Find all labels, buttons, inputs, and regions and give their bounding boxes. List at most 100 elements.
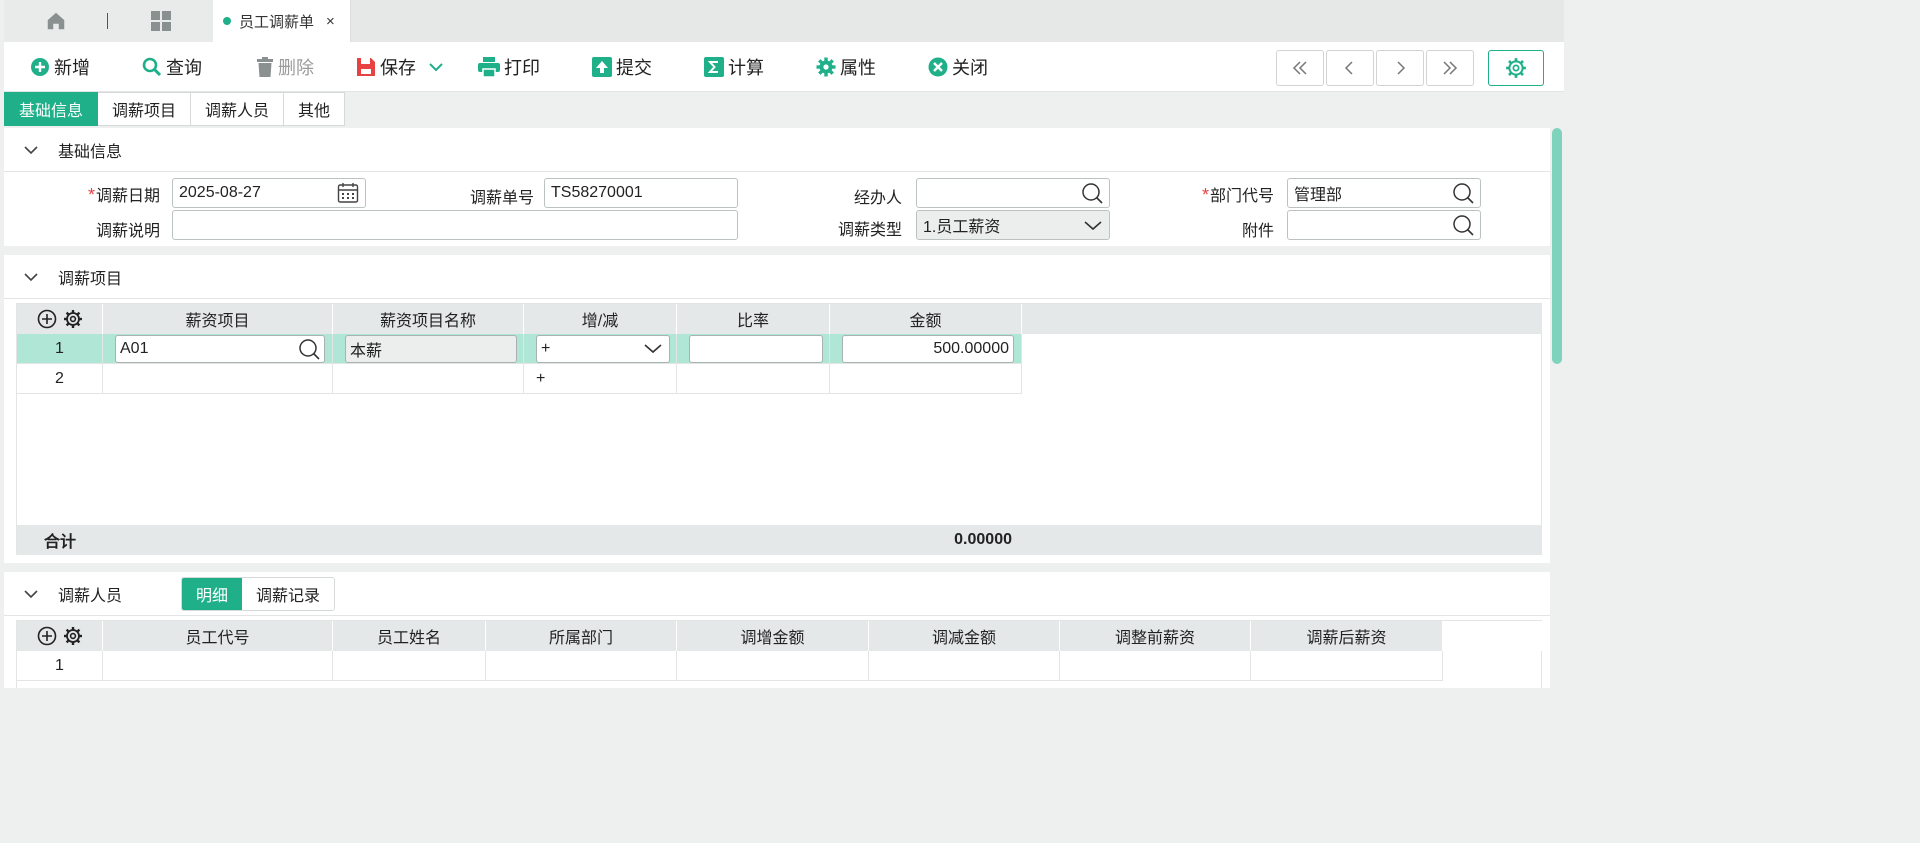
first-record-button[interactable] (1276, 50, 1324, 86)
tab-salary-staff[interactable]: 调薪人员 (191, 92, 285, 126)
row-number[interactable]: 1 (17, 334, 103, 364)
number-label: 调薪单号 (469, 190, 534, 207)
page-settings-button[interactable] (1488, 50, 1544, 86)
table-cell[interactable] (103, 651, 333, 681)
table-cell[interactable]: + (524, 364, 677, 394)
note-field[interactable] (172, 210, 738, 240)
salary-items-panel: 调薪项目 薪资项目 薪资项目名称 增/减 比率 金额 1 A01 本薪 + 50… (4, 255, 1550, 563)
tab-other[interactable]: 其他 (284, 92, 346, 126)
col-header-increase[interactable]: 调增金额 (677, 621, 869, 651)
required-mark: * (1201, 185, 1209, 205)
save-button-label: 保存 (380, 58, 416, 78)
table-cell[interactable] (333, 364, 524, 394)
col-header-after[interactable]: 调薪后薪资 (1251, 621, 1443, 651)
row-number[interactable]: 2 (17, 364, 103, 394)
table-cell[interactable] (677, 364, 830, 394)
last-record-button[interactable] (1426, 50, 1474, 86)
query-button-label: 查询 (166, 58, 202, 78)
add-row-icon[interactable] (37, 309, 57, 329)
save-button[interactable]: 保存 (356, 54, 416, 80)
col-header-item-code[interactable]: 薪资项目 (103, 304, 333, 334)
tab-basic-info[interactable]: 基础信息 (4, 92, 99, 126)
submit-button[interactable]: 提交 (592, 54, 652, 80)
row-number[interactable]: 1 (17, 651, 103, 681)
table-cell[interactable] (333, 651, 486, 681)
close-button[interactable]: 关闭 (928, 54, 988, 80)
salary-staff-title: 调薪人员 (58, 587, 123, 605)
properties-button[interactable]: 属性 (816, 54, 876, 80)
salary-staff-panel: 调薪人员 明细 调薪记录 员工代号 员工姓名 所属部门 调增金额 调减金额 调整… (4, 572, 1550, 688)
chevron-down-icon (24, 589, 38, 598)
handler-field[interactable] (916, 178, 1110, 208)
table-cell[interactable] (103, 364, 333, 394)
col-header-decrease[interactable]: 调减金额 (869, 621, 1060, 651)
table-cell[interactable] (869, 651, 1060, 681)
new-button-label: 新增 (54, 58, 90, 78)
col-header-rate[interactable]: 比率 (677, 304, 830, 334)
col-header-op[interactable]: 增/减 (524, 304, 677, 334)
search-icon[interactable] (298, 338, 320, 360)
amount-input[interactable]: 500.00000 (842, 335, 1014, 363)
subtab-history[interactable]: 调薪记录 (242, 578, 335, 610)
gear-icon[interactable] (63, 309, 83, 329)
salary-items-grid: 薪资项目 薪资项目名称 增/减 比率 金额 1 A01 本薪 + 500.000… (16, 303, 1542, 555)
table-cell: 本薪 (333, 334, 524, 364)
next-record-button[interactable] (1376, 50, 1424, 86)
close-button-label: 关闭 (952, 58, 988, 78)
dept-field[interactable]: 管理部 (1287, 178, 1481, 208)
next-page-icon (1397, 61, 1406, 75)
chevron-down-icon (24, 272, 38, 281)
item-name-input[interactable]: 本薪 (345, 335, 517, 363)
new-button[interactable]: 新增 (30, 54, 90, 80)
dept-value: 管理部 (1294, 187, 1343, 204)
op-select[interactable]: + (536, 335, 670, 363)
col-header-amount[interactable]: 金额 (830, 304, 1022, 334)
col-header-dept[interactable]: 所属部门 (486, 621, 677, 651)
gear-icon (1506, 58, 1526, 78)
delete-button[interactable]: 删除 (256, 54, 314, 80)
home-tab[interactable] (4, 0, 108, 42)
search-icon[interactable] (1452, 214, 1474, 236)
total-label: 合计 (43, 534, 76, 551)
calendar-icon[interactable] (337, 182, 359, 204)
item-code-input[interactable]: A01 (115, 335, 325, 363)
table-cell[interactable] (486, 651, 677, 681)
add-row-icon[interactable] (37, 626, 57, 646)
col-header-before[interactable]: 调整前薪资 (1060, 621, 1251, 651)
table-cell[interactable] (830, 364, 1022, 394)
table-cell[interactable] (677, 651, 869, 681)
number-field[interactable]: TS58270001 (544, 178, 738, 208)
document-tab[interactable]: 员工调薪单 × (213, 0, 351, 42)
upload-icon (592, 57, 612, 77)
note-label: 调薪说明 (95, 223, 160, 240)
print-button[interactable]: 打印 (478, 54, 540, 80)
calculate-button[interactable]: 计算 (704, 54, 764, 80)
subtab-detail[interactable]: 明细 (182, 578, 243, 610)
submit-button-label: 提交 (616, 58, 652, 78)
search-icon[interactable] (1452, 182, 1474, 204)
gear-icon[interactable] (63, 626, 83, 646)
basic-info-header[interactable]: 基础信息 (4, 128, 1550, 172)
col-header-emp-code[interactable]: 员工代号 (103, 621, 333, 651)
save-dropdown-button[interactable] (428, 54, 448, 80)
tab-salary-items[interactable]: 调薪项目 (98, 92, 192, 126)
col-header-emp-name[interactable]: 员工姓名 (333, 621, 486, 651)
date-field[interactable]: 2025-08-27 (172, 178, 366, 208)
table-cell: A01 (103, 334, 333, 364)
table-cell[interactable] (1060, 651, 1251, 681)
attach-field[interactable] (1287, 210, 1481, 240)
chevron-down-icon (644, 344, 662, 354)
prev-record-button[interactable] (1326, 50, 1374, 86)
col-header-item-name[interactable]: 薪资项目名称 (333, 304, 524, 334)
rate-input[interactable] (689, 335, 823, 363)
apps-tab[interactable] (108, 0, 213, 42)
type-select[interactable]: 1.员工薪资 (916, 210, 1110, 240)
document-tab-label: 员工调薪单 (239, 13, 315, 31)
search-icon[interactable] (1081, 182, 1103, 204)
salary-items-header[interactable]: 调薪项目 (4, 255, 1550, 299)
query-button[interactable]: 查询 (142, 54, 202, 80)
close-tab-icon[interactable]: × (326, 13, 335, 30)
table-cell[interactable] (1251, 651, 1443, 681)
type-label: 调薪类型 (837, 222, 902, 239)
vertical-scrollbar[interactable] (1552, 128, 1562, 364)
